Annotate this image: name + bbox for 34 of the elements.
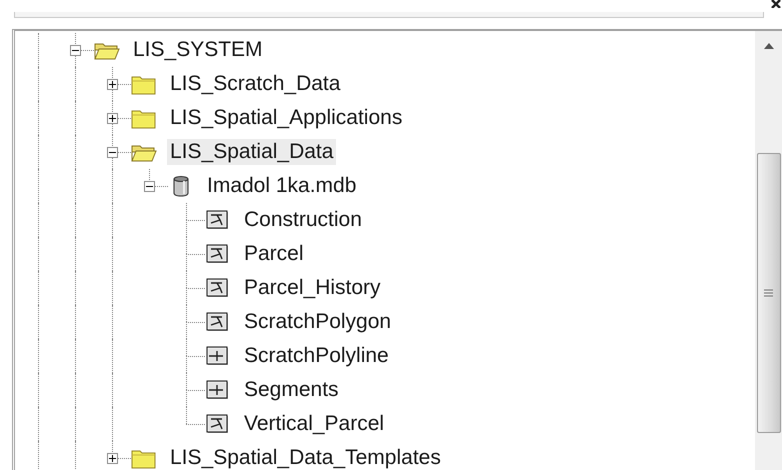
expand-button[interactable] — [107, 113, 118, 124]
expand-button[interactable] — [107, 453, 118, 464]
collapse-button[interactable] — [144, 181, 155, 192]
tree-item[interactable]: Segments — [241, 377, 342, 403]
polygon-layer-icon — [205, 311, 231, 333]
polyline-layer-icon — [205, 345, 231, 367]
polygon-layer-icon — [205, 277, 231, 299]
tree-item[interactable]: LIS_Spatial_Data — [167, 139, 336, 165]
close-icon[interactable] — [770, 0, 782, 8]
tree-item[interactable]: Imadol 1ka.mdb — [204, 173, 360, 199]
tree-item[interactable]: LIS_SYSTEM — [130, 37, 266, 63]
tree-item[interactable]: LIS_Scratch_Data — [167, 71, 344, 97]
polygon-layer-icon — [205, 209, 231, 231]
up-arrow-icon — [764, 43, 774, 49]
plus-icon — [108, 80, 117, 89]
tree-item[interactable]: Vertical_Parcel — [241, 411, 388, 437]
tree-item[interactable]: ScratchPolygon — [241, 309, 394, 335]
tree-item[interactable]: Construction — [241, 207, 365, 233]
polygon-layer-icon — [205, 413, 231, 435]
polyline-layer-icon — [205, 379, 231, 401]
polygon-layer-icon — [205, 243, 231, 265]
scrollbar[interactable] — [755, 31, 782, 470]
tree-item[interactable]: Parcel — [241, 241, 307, 267]
plus-icon — [108, 114, 117, 123]
collapse-button[interactable] — [70, 45, 81, 56]
tree-item[interactable]: LIS_Spatial_Data_Templates — [167, 445, 444, 470]
tree-item[interactable]: ScratchPolyline — [241, 343, 392, 369]
plus-icon — [108, 454, 117, 463]
grip-icon — [764, 289, 773, 297]
tree-item[interactable]: Parcel_History — [241, 275, 384, 301]
scrollbar-thumb[interactable] — [756, 153, 780, 433]
collapse-button[interactable] — [107, 147, 118, 158]
expand-button[interactable] — [107, 79, 118, 90]
tree-item[interactable]: LIS_Spatial_Applications — [167, 105, 406, 131]
